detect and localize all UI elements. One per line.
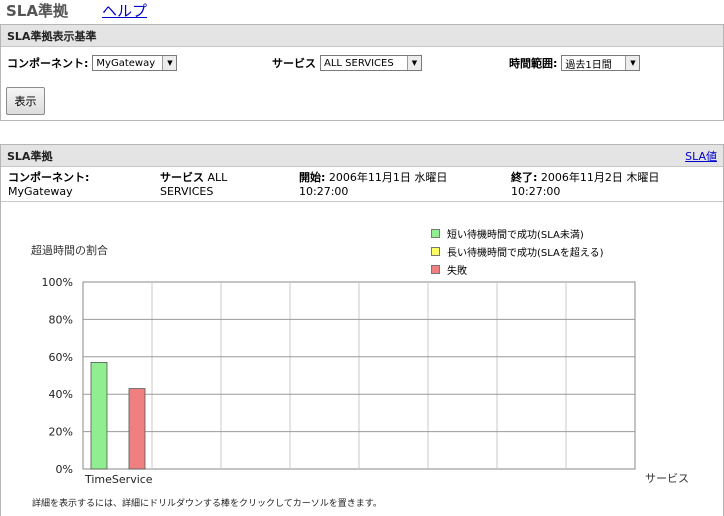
x-tick-label: TimeService — [84, 473, 153, 486]
sla-panel-title: SLA準拠 — [7, 149, 53, 163]
time-range-filter: 時間範囲: 過去1日間 ▼ — [509, 55, 641, 71]
service-select[interactable]: ALL SERVICES ▼ — [320, 55, 422, 71]
info-end-time: 10:27:00 — [511, 185, 561, 198]
criteria-panel: SLA準拠表示基準 コンポーネント: MyGateway ▼ サービス ALL … — [0, 24, 724, 121]
time-range-label: 時間範囲: — [509, 57, 558, 70]
component-select[interactable]: MyGateway ▼ — [92, 55, 178, 71]
help-link[interactable]: ヘルプ — [102, 0, 147, 21]
sla-chart: 超過時間の割合 短い待機時間で成功(SLA未満) 長い待機時間で成功(SLAを超… — [1, 203, 723, 516]
filter-row: コンポーネント: MyGateway ▼ サービス ALL SERVICES ▼… — [1, 55, 723, 75]
info-service-value-cont: SERVICES — [160, 185, 214, 198]
info-service-value: ALL — [207, 171, 228, 184]
info-start-date: 2006年11月1日 水曜日 — [328, 171, 448, 184]
chevron-down-icon: ▼ — [407, 56, 421, 70]
y-tick-label: 100% — [42, 276, 73, 289]
info-start-label: 開始: — [299, 171, 326, 184]
criteria-panel-header: SLA準拠表示基準 — [1, 25, 723, 47]
service-filter: サービス ALL SERVICES ▼ — [272, 55, 422, 71]
page-title: SLA準拠 — [6, 2, 68, 20]
service-label: サービス — [272, 57, 316, 70]
info-end-label: 終了: — [511, 171, 538, 184]
info-component-label: コンポーネント: — [8, 171, 90, 184]
component-label: コンポーネント: — [7, 57, 89, 70]
bar-chart-plot: 0% 20% 40% 60% 80% 100% TimeService — [42, 276, 636, 486]
display-button[interactable]: 表示 — [6, 87, 45, 115]
bar-timeservice-series-0 — [90, 362, 108, 470]
service-select-value: ALL SERVICES — [324, 57, 394, 69]
time-range-select-value: 過去1日間 — [565, 59, 612, 71]
info-start: 開始: 2006年11月1日 水曜日 10:27:00 — [299, 171, 447, 199]
info-service-label: サービス — [160, 171, 204, 184]
info-component-value: MyGateway — [8, 185, 73, 198]
time-range-select[interactable]: 過去1日間 ▼ — [561, 55, 641, 71]
criteria-panel-title: SLA準拠表示基準 — [7, 29, 97, 43]
y-tick-label: 0% — [56, 463, 73, 476]
info-end-date: 2006年11月2日 木曜日 — [540, 171, 660, 184]
sla-info-row: コンポーネント: MyGateway サービス ALL SERVICES 開始:… — [1, 168, 723, 202]
sla-value-link[interactable]: SLA値 — [685, 148, 717, 164]
info-end: 終了: 2006年11月2日 木曜日 10:27:00 — [511, 171, 659, 199]
chevron-down-icon: ▼ — [162, 56, 177, 70]
y-tick-label: 80% — [49, 313, 73, 326]
component-filter: コンポーネント: MyGateway ▼ — [7, 55, 178, 71]
sla-panel: SLA準拠 SLA値 コンポーネント: MyGateway サービス ALL S… — [0, 144, 724, 516]
info-component: コンポーネント: MyGateway — [8, 171, 89, 199]
sla-panel-header: SLA準拠 SLA値 — [1, 145, 723, 167]
chart-footnote: 詳細を表示するには、詳細にドリルダウンする棒をクリックしてカーソルを置きます。 — [32, 499, 382, 509]
y-tick-label: 60% — [49, 351, 73, 364]
y-tick-label: 40% — [49, 388, 73, 401]
component-select-value: MyGateway — [96, 57, 156, 69]
info-start-time: 10:27:00 — [299, 185, 349, 198]
x-axis-title: サービス — [645, 472, 689, 485]
y-tick-label: 20% — [49, 426, 73, 439]
top-header: SLA準拠 ヘルプ — [6, 0, 147, 20]
chevron-down-icon: ▼ — [625, 56, 640, 70]
info-service: サービス ALL SERVICES — [160, 171, 227, 199]
bar-timeservice-series-2 — [128, 388, 146, 470]
